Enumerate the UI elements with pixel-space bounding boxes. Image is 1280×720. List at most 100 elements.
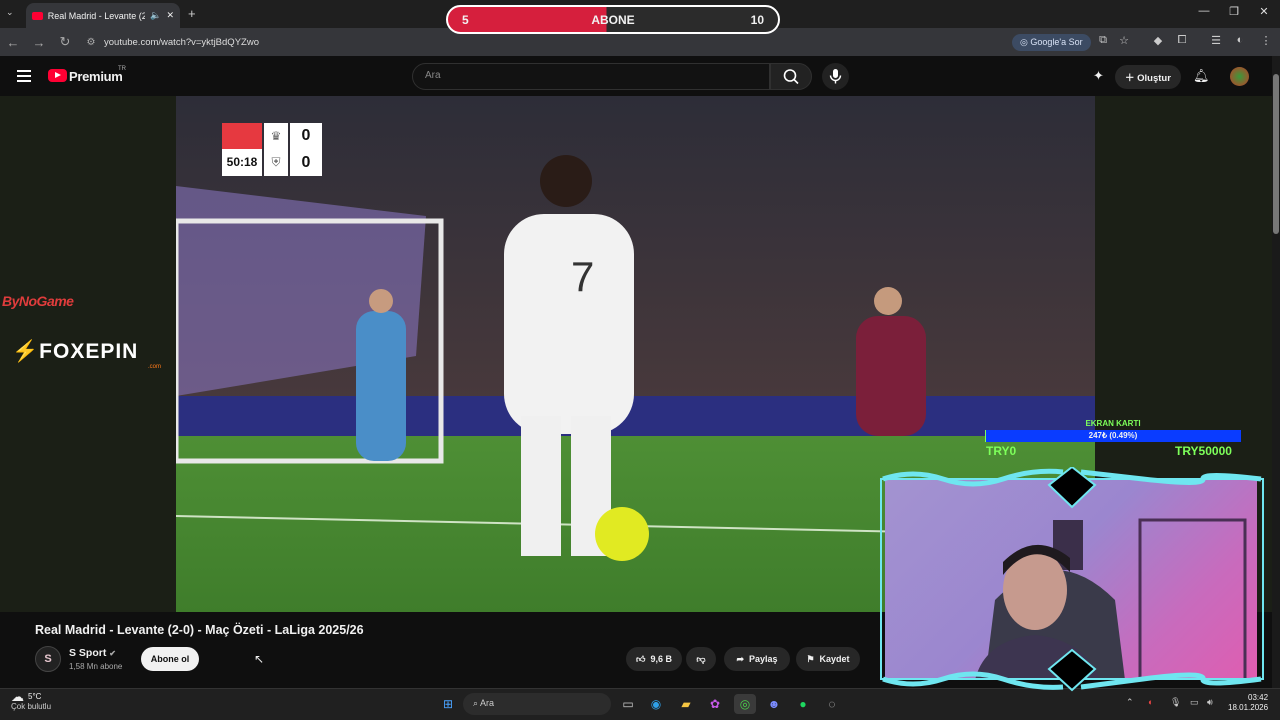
media-control-icon[interactable]: ☰ [1208, 34, 1224, 50]
edge-icon[interactable]: ◉ [645, 694, 667, 714]
share-label: Paylaş [749, 654, 778, 664]
goal-target: 10 [750, 12, 764, 27]
windows-taskbar [0, 688, 1280, 720]
volume-icon[interactable]: 🔊︎ [1207, 697, 1213, 708]
url-field[interactable]: youtube.com/watch?v=yktjBdQYZwo [104, 37, 259, 48]
goal-label: ABONE [591, 12, 635, 27]
share-button[interactable]: ➦ Paylaş [724, 647, 790, 671]
browser-tab[interactable]: Real Madrid - Levante (2-0) 🔈 ✕ [26, 3, 180, 28]
weather-text: Çok bulutlu [11, 702, 52, 711]
voice-search-button[interactable] [822, 63, 849, 90]
profile-icon[interactable]: ◐ [1232, 34, 1248, 50]
dislike-button[interactable]: 👎︎ [686, 647, 716, 671]
account-avatar[interactable] [1230, 67, 1249, 86]
new-tab-icon[interactable]: + [188, 6, 196, 21]
page-scrollbar[interactable] [1272, 56, 1280, 688]
plus-icon: ＋ [1125, 73, 1138, 84]
youtube-brand[interactable]: Premium [69, 69, 123, 84]
cast-ai-icon[interactable]: ✦ [1093, 68, 1104, 84]
tray-app-icon[interactable]: ◐ [1148, 697, 1153, 707]
foxepin-fox-icon: ⚡ [12, 340, 40, 363]
away-score: 0 [290, 149, 322, 176]
jersey-number: 7 [571, 253, 594, 300]
youtube-favicon-icon [32, 11, 43, 20]
google-ask-button[interactable]: ◎ Google'a Sor [1012, 34, 1091, 51]
save-label: Kaydet [819, 654, 850, 664]
home-score: 0 [290, 123, 322, 149]
restore-icon[interactable]: ❐ [1222, 5, 1246, 18]
site-info-icon[interactable]: ⚙ [78, 37, 104, 48]
youtube-logo-icon[interactable] [48, 69, 67, 82]
tab-list-icon[interactable]: ⌄ [6, 7, 20, 21]
share-icon: ➦ [736, 653, 744, 664]
save-button[interactable]: ⚑ Kaydet [796, 647, 860, 671]
microphone-icon [829, 69, 842, 84]
window-close-icon[interactable]: ✕ [1252, 5, 1276, 18]
channel-avatar[interactable]: S [35, 646, 61, 672]
real-madrid-crest-icon: ♛ [264, 123, 288, 149]
copilot-icon[interactable]: ✿ [704, 694, 726, 714]
gpu-goal-label: EKRAN KARTI [1085, 419, 1141, 428]
scrollbar-thumb[interactable] [1273, 74, 1279, 234]
tray-mic-icon[interactable]: 🎙︎ [1170, 697, 1181, 708]
discord-icon[interactable]: ☻ [763, 694, 785, 714]
google-lens-icon: ◎ [1020, 37, 1031, 47]
verified-icon: ✔ [109, 649, 116, 658]
like-button[interactable]: 👍︎ 9,6 B [626, 647, 682, 671]
back-icon[interactable]: ← [0, 35, 26, 50]
channel-name[interactable]: S Sport ✔ [69, 647, 116, 659]
bynogame-logo: ByNoGame [2, 293, 74, 309]
search-icon [783, 69, 799, 85]
clock-date: 18.01.2026 [1228, 703, 1269, 712]
chrome-icon[interactable]: ◎ [734, 694, 756, 714]
video-title: Real Madrid - Levante (2-0) - Maç Özeti … [35, 623, 364, 637]
clock-time: 03:42 [1248, 693, 1269, 702]
foxepin-name: FOXEPIN [39, 340, 139, 363]
notifications-bell-icon[interactable]: 🔔︎ [1193, 68, 1210, 84]
file-explorer-icon[interactable]: ▰ [675, 694, 697, 714]
search-input[interactable]: Ara [412, 63, 770, 90]
mouse-cursor-icon: ↖ [254, 652, 265, 666]
gpu-goal-fill [985, 430, 987, 442]
start-windows-icon[interactable]: ⊞ [437, 694, 459, 714]
create-button[interactable]: ＋ Oluştur [1115, 65, 1181, 89]
like-count: 9,6 B [650, 654, 672, 664]
spotify-icon[interactable]: ● [792, 694, 814, 714]
google-ask-label: Google'a Sor [1030, 37, 1083, 47]
subscriber-goal-bar: 5 ABONE 10 [446, 5, 780, 34]
network-icon[interactable]: ▭ [1190, 697, 1199, 708]
foxepin-domain: .com [148, 364, 162, 370]
match-clock: 50:18 [222, 149, 262, 176]
obs-icon[interactable]: ◌ [821, 694, 843, 714]
speaker-icon[interactable]: 🔈 [150, 10, 161, 21]
extensions-icon[interactable]: ⧠ [1174, 34, 1190, 50]
region-code: TR [118, 66, 126, 72]
subscribe-button[interactable]: Abone ol [141, 647, 199, 671]
menu-icon[interactable] [17, 70, 31, 82]
extension-diamond-icon[interactable]: ◆ [1150, 34, 1166, 50]
browser-menu-icon[interactable]: ⋮ [1258, 34, 1274, 50]
thumbs-up-icon: 👍︎ [636, 653, 646, 664]
bookmark-icon: ⚑ [806, 653, 815, 664]
install-app-icon[interactable]: ⧉ [1095, 34, 1111, 50]
thumbs-down-icon: 👎︎ [696, 653, 706, 664]
subscriber-count: 1,58 Mn abone [69, 662, 123, 671]
tab-close-icon[interactable]: ✕ [166, 10, 174, 21]
channel-name-text: S Sport [69, 647, 107, 659]
search-button[interactable] [770, 63, 812, 90]
taskbar-search[interactable]: ⌕ Ara [463, 693, 611, 715]
taskbar-search-placeholder: Ara [480, 698, 495, 708]
taskbar-clock[interactable]: 03:42 18.01.2026 [1228, 693, 1268, 713]
levante-crest-icon: ⛨ [264, 149, 288, 176]
cloud-icon: ☁ [11, 689, 24, 704]
tray-expand-icon[interactable]: ⌃ [1126, 697, 1134, 708]
foxepin-logo: ⚡FOXEPIN [12, 340, 138, 364]
laliga-logo-icon [222, 123, 262, 149]
taskbar-search-icon: ⌕ [473, 698, 481, 708]
minimize-icon[interactable]: — [1192, 5, 1216, 17]
weather-widget[interactable]: ☁ 5°C Çok bulutlu [11, 689, 52, 712]
reload-icon[interactable]: ↻ [52, 34, 78, 50]
forward-icon[interactable]: → [26, 35, 52, 50]
bookmark-star-icon[interactable]: ☆ [1116, 34, 1132, 50]
task-view-icon[interactable]: ▭ [617, 694, 639, 714]
